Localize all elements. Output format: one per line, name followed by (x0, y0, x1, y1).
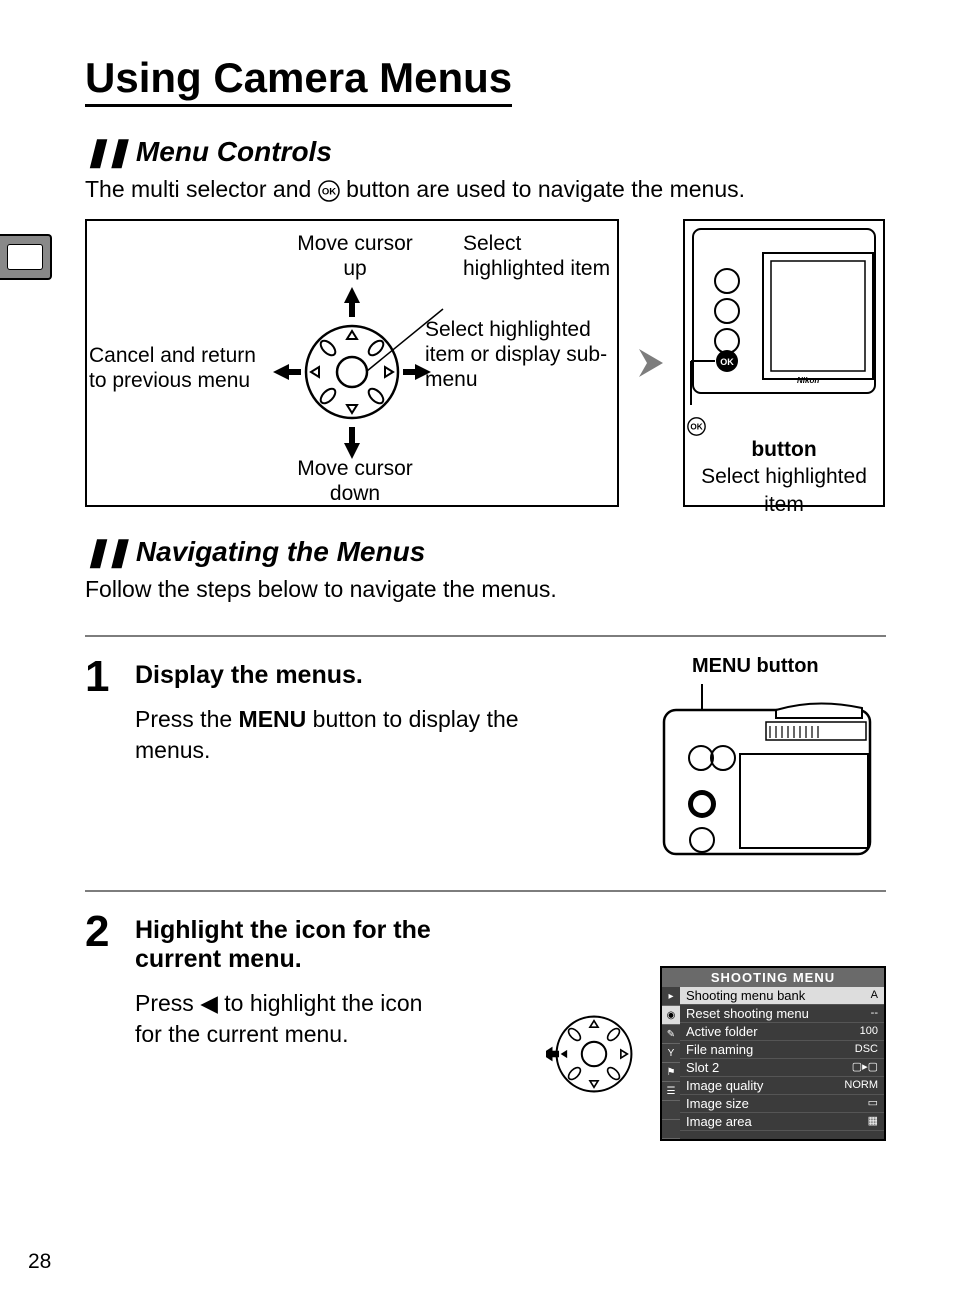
svg-text:OK: OK (322, 186, 336, 197)
step-2: 2 Highlight the icon for the current men… (85, 910, 886, 1141)
svg-text:OK: OK (720, 357, 734, 367)
step-1: 1 Display the menus. Press the MENU butt… (85, 655, 886, 860)
shooting-menu-screen: SHOOTING MENU ▸◉✎Y⚑☰ Shooting menu bankA… (660, 966, 886, 1141)
multi-selector-left-icon (546, 1006, 642, 1102)
bullet-icon: ❚❚ (85, 136, 128, 167)
screen-row: Image area▦ (680, 1113, 884, 1131)
screen-tab-column: ▸◉✎Y⚑☰ (662, 987, 680, 1139)
camera-ok-diagram: OK Nikon OK button Select highlighted it… (683, 219, 885, 507)
section-navigating-heading: ❚❚Navigating the Menus (85, 535, 886, 568)
step-1-text: Press the MENU button to display the men… (135, 704, 525, 766)
label-move-down: Move cursor down (285, 456, 425, 506)
multi-selector-icon (293, 313, 411, 431)
ok-button-caption: OK button Select highlighted item (685, 413, 883, 526)
menu-button-label: MENU button (692, 655, 886, 678)
bullet-icon: ❚❚ (85, 536, 128, 567)
ok-icon: OK (687, 417, 881, 436)
screen-row: Active folder100 (680, 1023, 884, 1041)
camera-top-left-diagram (656, 684, 876, 860)
label-select-right: Select highlighted item or display sub-m… (425, 317, 613, 393)
screen-row: Reset shooting menu-- (680, 1005, 884, 1023)
step-number: 1 (85, 655, 117, 699)
label-cancel: Cancel and return to previous menu (89, 343, 274, 393)
step-1-title: Display the menus. (135, 661, 638, 690)
page-title: Using Camera Menus (85, 54, 512, 107)
step-2-title: Highlight the icon for the current menu. (135, 916, 475, 974)
multi-selector-diagram: Move cursor up Move cursor down Cancel a… (85, 219, 619, 507)
right-arrow-icon (637, 345, 665, 381)
section-tab (0, 234, 52, 280)
step-number: 2 (85, 910, 117, 954)
step-2-text: Press ◀ to highlight the icon for the cu… (135, 988, 455, 1050)
svg-text:Nikon: Nikon (797, 376, 819, 385)
left-arrow-icon: ◀ (200, 990, 218, 1016)
page-number: 28 (28, 1250, 51, 1274)
screen-row: File namingDSC (680, 1041, 884, 1059)
screen-title: SHOOTING MENU (662, 968, 884, 987)
ok-icon: OK (318, 180, 340, 202)
label-move-up: Move cursor up (287, 231, 423, 281)
camera-tab-icon: ◉ (662, 1006, 680, 1025)
screen-row: Image size▭ (680, 1095, 884, 1113)
section-navigating-intro: Follow the steps below to navigate the m… (85, 574, 885, 605)
svg-text:OK: OK (690, 423, 702, 432)
screen-row: Shooting menu bankA (680, 987, 884, 1005)
screen-row: Image qualityNORM (680, 1077, 884, 1095)
label-select-center: Select highlighted item (463, 231, 613, 281)
screen-row: Slot 2▢▸▢ (680, 1059, 884, 1077)
section-menu-controls-heading: ❚❚Menu Controls (85, 135, 886, 168)
section-menu-controls-intro: The multi selector and OK button are use… (85, 174, 885, 205)
